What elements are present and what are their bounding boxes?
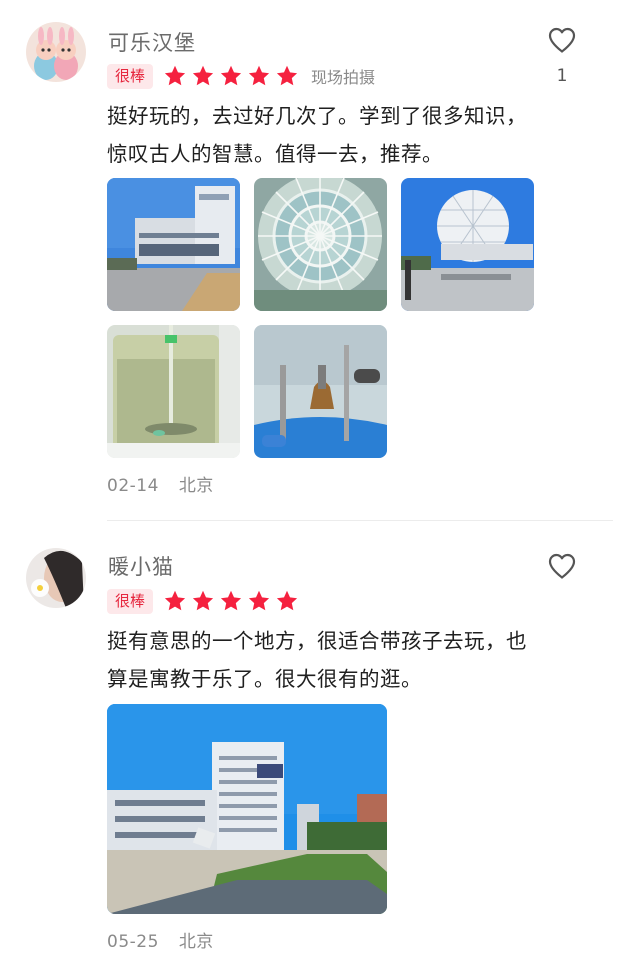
review-photo[interactable] (254, 178, 387, 311)
avatar[interactable] (26, 22, 86, 82)
review-card: 可乐汉堡 很棒 现场拍摄 1 挺好玩的，去过好几次了。学到了很多知识，惊叹古人的… (0, 0, 640, 520)
username[interactable]: 暖小猫 (108, 551, 174, 581)
username[interactable]: 可乐汉堡 (108, 27, 196, 57)
heart-outline-icon (548, 553, 576, 579)
review-date: 02-14 (107, 476, 159, 496)
star-filled-icon (248, 65, 270, 86)
star-filled-icon (192, 590, 214, 611)
star-filled-icon (192, 65, 214, 86)
review-meta: 02-14 北京 (107, 471, 214, 496)
review-location: 北京 (178, 932, 214, 952)
rating-badge: 很棒 (107, 588, 154, 614)
like-count: 1 (556, 66, 568, 86)
star-filled-icon (248, 590, 270, 611)
review-meta: 05-25 北京 (107, 927, 214, 952)
avatar[interactable] (26, 548, 86, 608)
like-button[interactable] (546, 552, 578, 580)
heart-outline-icon (548, 27, 576, 53)
star-filled-icon (276, 590, 298, 611)
star-filled-icon (220, 590, 242, 611)
photo-tag: 现场拍摄 (311, 68, 376, 87)
review-photo[interactable] (107, 704, 387, 914)
star-rating (163, 64, 299, 88)
review-text: 挺有意思的一个地方，很适合带孩子去玩，也算是寓教于乐了。很大很有的逛。 (107, 629, 527, 691)
star-filled-icon (220, 65, 242, 86)
rating-badge: 很棒 (107, 63, 154, 89)
review-location: 北京 (178, 476, 214, 496)
rating-row: 很棒 现场拍摄 (107, 63, 375, 89)
star-filled-icon (164, 65, 186, 86)
review-photo[interactable] (107, 178, 240, 311)
star-rating (163, 589, 299, 613)
star-filled-icon (164, 590, 186, 611)
divider (107, 520, 613, 521)
review-photo[interactable] (401, 178, 534, 311)
star-filled-icon (276, 65, 298, 86)
review-text: 挺好玩的，去过好几次了。学到了很多知识，惊叹古人的智慧。值得一去，推荐。 (107, 104, 527, 166)
review-photo[interactable] (107, 325, 240, 458)
rating-row: 很棒 (107, 588, 299, 614)
review-date: 05-25 (107, 932, 159, 952)
review-photo[interactable] (254, 325, 387, 458)
review-card: 暖小猫 很棒 挺有意思的一个地方，很适合带孩子去玩，也算是寓教于乐了。很大很有的… (0, 525, 640, 977)
like-button[interactable]: 1 (546, 26, 578, 86)
